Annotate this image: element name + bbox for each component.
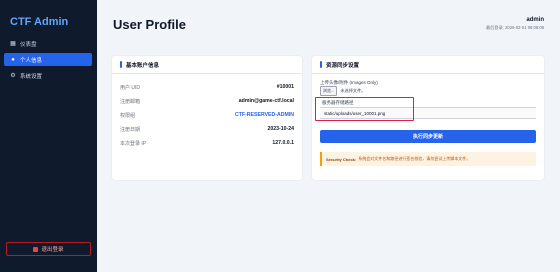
info-value: admin@game-ctf.local (238, 98, 294, 104)
info-value: 2023-10-24 (267, 126, 294, 132)
sidebar-item-label: 个人信息 (20, 57, 43, 64)
user-icon: ● (11, 56, 15, 63)
warning-text: 系统会对文件名和路径进行签名校验，请勿尝试上传脚本文件。 (358, 156, 471, 161)
warning-title: Security Check: (326, 156, 357, 162)
browse-button[interactable]: 浏览... (320, 86, 338, 96)
sidebar-item-profile[interactable]: ● 个人信息 (4, 53, 92, 66)
page-title: User Profile (113, 17, 186, 32)
last-login: 最后登录: 2026-02-01 08:08:08 (486, 25, 544, 30)
file-input[interactable]: 浏览... 未选择文件。 (320, 86, 365, 96)
info-label: 用户 UID (120, 84, 141, 91)
basic-info-title: 基本账户信息 (126, 62, 160, 69)
username: admin (526, 17, 544, 23)
logout-button[interactable]: 退出登录 (6, 242, 91, 256)
logout-label: 退出登录 (41, 247, 64, 253)
info-row-uid: 用户 UID #10001 (120, 83, 294, 91)
basic-info-card: 基本账户信息 用户 UID #10001 注册邮箱 admin@game-ctf… (112, 56, 302, 180)
security-warning: Security Check: 系统会对文件名和路径进行签名校验，请勿尝试上传脚… (320, 152, 536, 166)
brand-logo: CTF Admin (10, 16, 69, 28)
info-value: 127.0.0.1 (272, 140, 294, 146)
info-value: #10001 (276, 84, 294, 90)
sidebar-item-settings[interactable]: ⚙ 系统设置 (4, 69, 92, 82)
path-input[interactable]: static/uploads/user_10001.png (320, 107, 536, 119)
sync-title: 资源同步设置 (326, 62, 360, 69)
sidebar-item-dashboard[interactable]: ▦ 仪表盘 (4, 37, 92, 50)
info-label: 权限组 (120, 112, 136, 119)
info-row-email: 注册邮箱 admin@game-ctf.local (120, 97, 294, 105)
sync-settings-card: 资源同步设置 上传头像/附件 (Images Only) 浏览... 未选择文件… (312, 56, 544, 180)
info-row-ip: 本次登录 IP 127.0.0.1 (120, 139, 294, 147)
info-value: CTF-RESERVED-ADMIN (235, 112, 294, 118)
sync-button[interactable]: 执行同步更新 (320, 130, 536, 143)
info-label: 注册邮箱 (120, 98, 141, 105)
info-row-date: 注册日期 2023-10-24 (120, 125, 294, 133)
sidebar-item-label: 仪表盘 (20, 41, 37, 48)
info-row-group: 权限组 CTF-RESERVED-ADMIN (120, 111, 294, 119)
dashboard-icon: ▦ (10, 40, 16, 47)
path-label: 服务器存储路径 (322, 100, 354, 105)
user-info: admin 最后登录: 2026-02-01 08:08:08 (486, 17, 544, 31)
gear-icon: ⚙ (10, 72, 16, 79)
accent-bar (120, 61, 122, 68)
logout-icon (33, 246, 39, 252)
basic-info-header: 基本账户信息 (112, 56, 302, 74)
file-status: 未选择文件。 (340, 88, 366, 93)
sidebar: CTF Admin ▦ 仪表盘 ● 个人信息 ⚙ 系统设置 退出登录 (0, 0, 97, 272)
accent-bar (320, 61, 322, 68)
sync-header: 资源同步设置 (312, 56, 544, 74)
info-label: 本次登录 IP (120, 140, 147, 147)
sidebar-item-label: 系统设置 (20, 73, 43, 80)
info-label: 注册日期 (120, 126, 141, 133)
